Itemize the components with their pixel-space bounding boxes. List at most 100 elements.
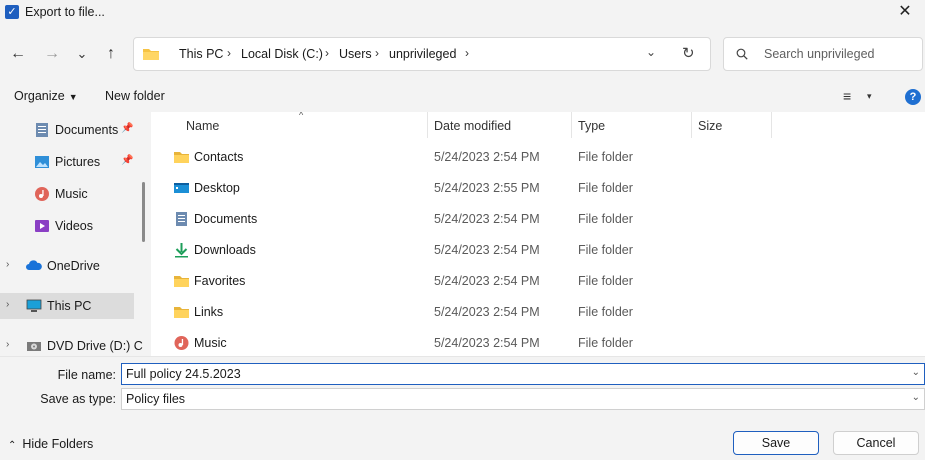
table-row[interactable]: Favorites 5/24/2023 2:54 PM File folder (151, 266, 925, 297)
breadcrumb-separator[interactable]: › (375, 46, 379, 60)
column-divider[interactable] (427, 112, 428, 138)
folder-icon (174, 152, 189, 163)
column-divider[interactable] (771, 112, 772, 138)
sidebar-item-label: Pictures (55, 155, 101, 169)
table-row[interactable]: Documents 5/24/2023 2:54 PM File folder (151, 204, 925, 235)
view-options-icon[interactable]: ≡ (843, 88, 851, 104)
file-type: File folder (578, 212, 633, 226)
dvd-drive-icon (27, 342, 41, 351)
file-date: 5/24/2023 2:54 PM (434, 150, 540, 164)
sidebar-item-label: OneDrive (47, 259, 100, 273)
navigation-scrollbar[interactable] (142, 182, 145, 242)
file-type: File folder (578, 336, 633, 350)
this-pc-icon (26, 299, 42, 312)
address-bar[interactable]: This PC › Local Disk (C:) › Users › unpr… (133, 37, 711, 71)
view-dropdown-icon[interactable]: ▾ (867, 91, 872, 102)
file-name: Documents (194, 212, 258, 226)
breadcrumb-separator[interactable]: › (227, 46, 231, 60)
file-date: 5/24/2023 2:55 PM (434, 181, 540, 195)
close-icon[interactable]: ✕ (885, 0, 925, 26)
column-header-size[interactable]: Size (698, 112, 722, 138)
breadcrumb-users[interactable]: Users (339, 47, 372, 61)
breadcrumb-unprivileged[interactable]: unprivileged (389, 47, 456, 61)
cancel-button[interactable]: Cancel (833, 431, 919, 455)
sidebar-item-this-pc[interactable]: › This PC (0, 293, 134, 319)
save-as-type-select[interactable]: Policy files ⌄ (121, 388, 925, 410)
chevron-right-icon[interactable]: › (6, 299, 9, 310)
organize-button[interactable]: Organize ▼ (14, 89, 78, 103)
sidebar-item-music[interactable]: Music (0, 181, 134, 207)
up-button[interactable]: ↑ (99, 42, 123, 66)
sort-ascending-icon: ^ (299, 112, 304, 120)
sidebar-item-label: Videos (55, 219, 93, 233)
sidebar-item-videos[interactable]: Videos (0, 213, 134, 239)
column-divider[interactable] (691, 112, 692, 138)
file-name: Contacts (194, 150, 244, 164)
app-check-icon: ✓ (5, 5, 19, 19)
sidebar-item-label: Music (55, 187, 88, 201)
recent-locations-button[interactable]: ⌄ (70, 42, 94, 66)
hide-folders-label: Hide Folders (22, 437, 94, 451)
file-name: Music (194, 336, 227, 350)
table-row[interactable]: Music 5/24/2023 2:54 PM File folder (151, 328, 925, 356)
table-row[interactable]: Contacts 5/24/2023 2:54 PM File folder (151, 142, 925, 173)
new-folder-button[interactable]: New folder (105, 89, 165, 103)
chevron-right-icon[interactable]: › (6, 259, 9, 270)
breadcrumb-separator[interactable]: › (325, 46, 329, 60)
search-placeholder: Search unprivileged (764, 47, 875, 61)
column-header-name[interactable]: Name (186, 112, 219, 138)
table-row[interactable]: Desktop 5/24/2023 2:55 PM File folder (151, 173, 925, 204)
navigation-pane: Documents 📌 Pictures 📌 Music Videos › On… (0, 112, 150, 356)
address-dropdown-icon[interactable]: ⌄ (646, 45, 656, 59)
file-list: Name ^ Date modified Type Size Contacts … (151, 112, 925, 356)
documents-icon (36, 123, 48, 137)
music-icon (35, 187, 49, 201)
chevron-down-icon[interactable]: ⌄ (912, 367, 920, 378)
file-date: 5/24/2023 2:54 PM (434, 243, 540, 257)
file-type: File folder (578, 243, 633, 257)
refresh-icon[interactable]: ↻ (682, 44, 695, 62)
sidebar-item-pictures[interactable]: Pictures 📌 (0, 149, 134, 175)
file-type: File folder (578, 305, 633, 319)
chevron-down-icon[interactable]: ⌄ (912, 392, 920, 403)
sidebar-item-onedrive[interactable]: › OneDrive (0, 253, 134, 279)
file-date: 5/24/2023 2:54 PM (434, 305, 540, 319)
help-icon[interactable]: ? (905, 89, 921, 105)
file-type: File folder (578, 274, 633, 288)
table-row[interactable]: Links 5/24/2023 2:54 PM File folder (151, 297, 925, 328)
window-title: Export to file... (25, 5, 105, 19)
file-name-label: File name: (57, 368, 116, 382)
onedrive-icon (26, 260, 42, 270)
folder-icon (174, 276, 189, 287)
organize-label: Organize (14, 89, 65, 103)
file-date: 5/24/2023 2:54 PM (434, 274, 540, 288)
folder-icon (174, 307, 189, 318)
save-button[interactable]: Save (733, 431, 819, 455)
chevron-up-icon: ⌃ (8, 440, 17, 451)
search-input[interactable]: Search unprivileged (723, 37, 923, 71)
sidebar-item-label: Documents (55, 123, 119, 137)
file-name: Favorites (194, 274, 246, 288)
sidebar-item-dvd-drive[interactable]: › DVD Drive (D:) C (0, 333, 143, 356)
breadcrumb-local-disk[interactable]: Local Disk (C:) (241, 47, 323, 61)
chevron-right-icon[interactable]: › (6, 339, 9, 350)
column-header-type[interactable]: Type (578, 112, 605, 138)
documents-icon (176, 212, 187, 226)
hide-folders-button[interactable]: ⌃ Hide Folders (8, 437, 93, 451)
forward-button[interactable]: → (40, 42, 64, 66)
sidebar-item-label: DVD Drive (D:) C (47, 339, 143, 353)
file-name: Links (194, 305, 224, 319)
file-name: Desktop (194, 181, 240, 195)
file-type: File folder (578, 181, 633, 195)
back-button[interactable]: ← (6, 42, 30, 66)
file-name-field[interactable]: Full policy 24.5.2023 ⌄ (121, 363, 925, 385)
breadcrumb-separator[interactable]: › (465, 46, 469, 60)
breadcrumb-this-pc[interactable]: This PC (179, 47, 223, 61)
sidebar-item-documents[interactable]: Documents 📌 (0, 117, 134, 143)
column-divider[interactable] (571, 112, 572, 138)
pictures-icon (35, 156, 49, 168)
table-row[interactable]: Downloads 5/24/2023 2:54 PM File folder (151, 235, 925, 266)
chevron-down-icon: ▼ (68, 92, 78, 102)
sidebar-item-label: This PC (47, 299, 92, 313)
column-header-date-modified[interactable]: Date modified (434, 112, 511, 138)
